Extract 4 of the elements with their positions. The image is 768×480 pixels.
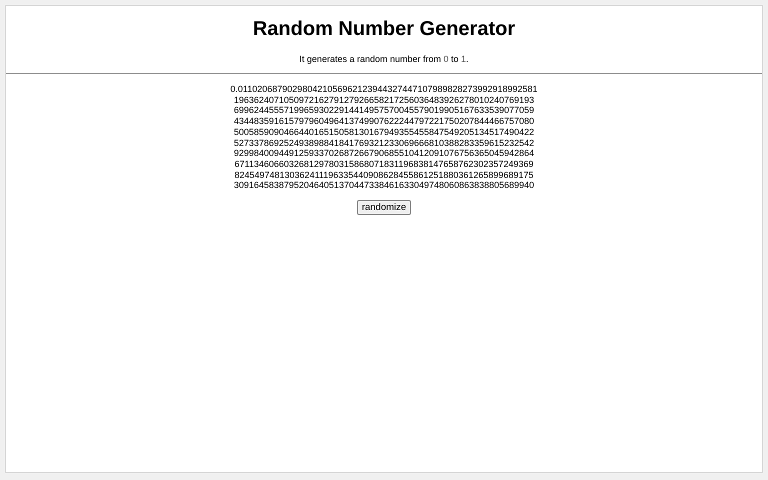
random-number-text: 0.011020687902980421056962123944327447107989828273992918992581 196362407105097216279127926658217256036483926278010240769193 699624455571996593022914414957570045579019905167633539077059 434483591615797960496413749907622244797221750207844466757080 500585909046644016515058130167949355455847549205134517490422 527337869252493898841841769321233069666810388283359615232542 929984009449125933702687266790685510412091076756365045942864 671134606603268129780315868071831196838147658762302357249369 824549748130362411196335440908628455861251880361265899689175 309164583879520464051370447338461633049748060863838805689940 bbox=[230, 84, 538, 192]
description-text: It generates a random number from 0 to 1. bbox=[298, 53, 470, 65]
randomize-button[interactable]: randomize bbox=[356, 200, 412, 216]
page-title: Random Number Generator bbox=[252, 17, 516, 41]
